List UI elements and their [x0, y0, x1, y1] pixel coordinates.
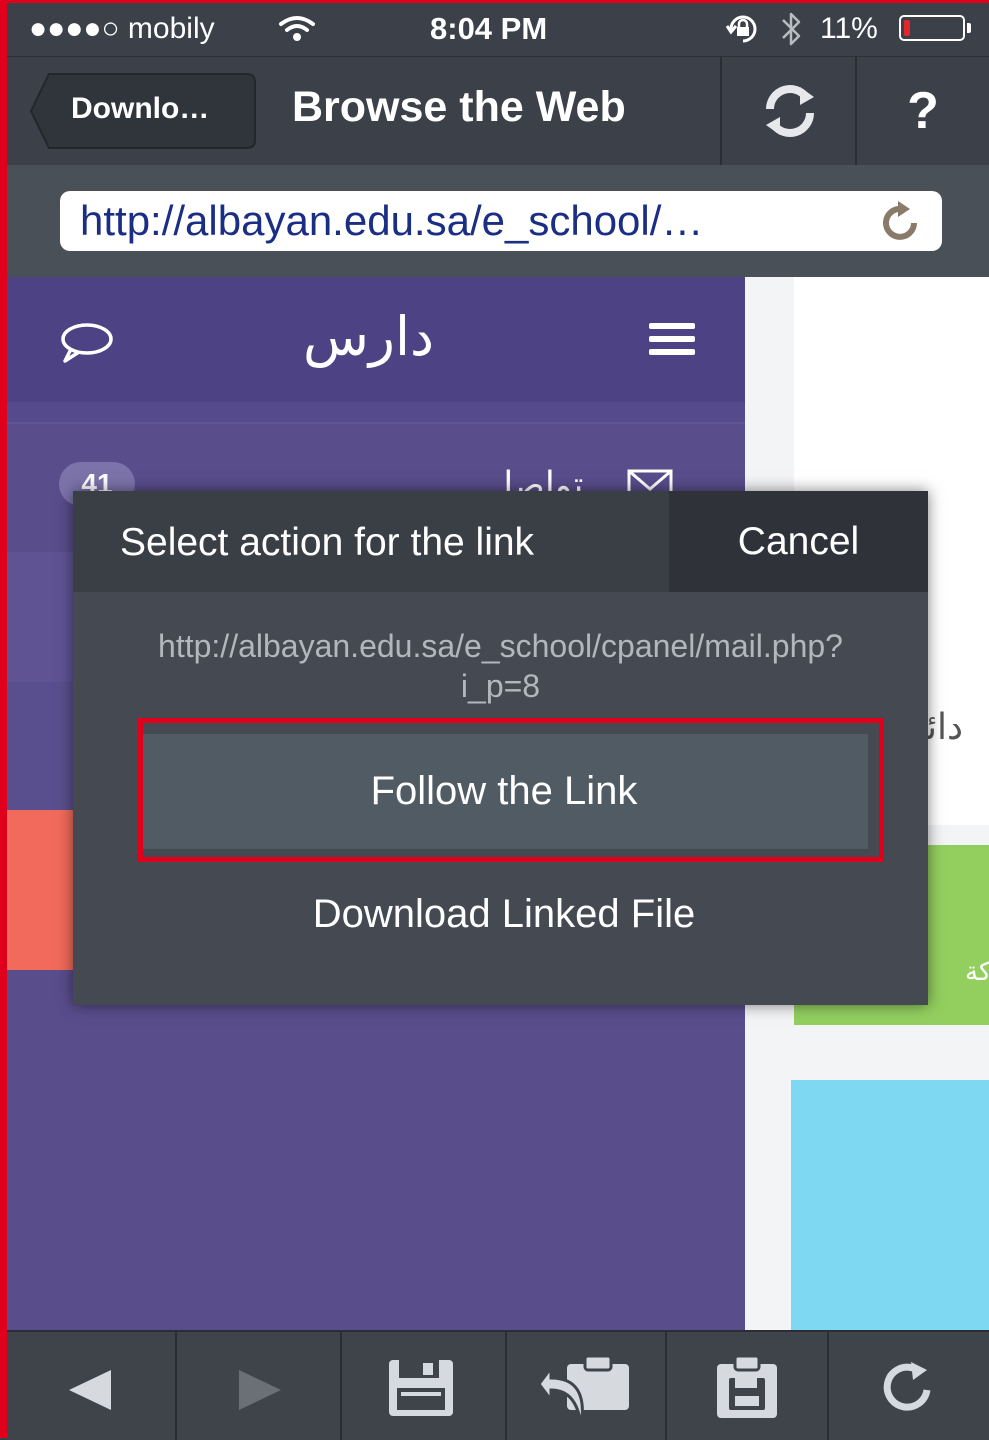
chat-bubble-icon[interactable] — [59, 321, 115, 368]
save-icon — [387, 1358, 455, 1423]
action-sheet-title: Select action for the link — [120, 521, 535, 564]
download-linked-file-button[interactable]: Download Linked File — [140, 859, 868, 969]
red-edge-line — [0, 0, 7, 1438]
sync-icon — [760, 83, 820, 144]
header-separator — [7, 402, 745, 424]
reload-icon — [881, 1362, 941, 1417]
site-header: دارس — [7, 277, 745, 402]
share-toolbar-button[interactable] — [507, 1332, 665, 1440]
sync-button[interactable] — [722, 57, 855, 165]
site-brand: دارس — [303, 305, 435, 368]
url-reload-icon[interactable] — [878, 199, 924, 245]
carrier-label: ●●●●○ mobily — [29, 12, 215, 45]
navigation-bar: Downlo… Browse the Web ? — [7, 56, 989, 166]
clipboard-save-icon — [715, 1354, 779, 1425]
rotation-lock-icon — [725, 12, 761, 51]
highlight-annotation-box — [138, 718, 884, 862]
share-clipboard-icon — [537, 1354, 633, 1433]
red-top-line — [0, 0, 989, 3]
reload-toolbar-button[interactable] — [829, 1332, 989, 1440]
battery-nub — [967, 23, 971, 33]
help-button[interactable]: ? — [857, 57, 989, 165]
back-button-label: Downlo… — [71, 92, 210, 125]
save-toolbar-button[interactable] — [342, 1332, 505, 1440]
wifi-icon — [277, 14, 317, 49]
green-tile-text: كة — [965, 957, 989, 987]
battery-level — [904, 20, 910, 36]
back-arrow-icon — [67, 1368, 113, 1417]
url-bar: http://albayan.edu.sa/e_school/… — [7, 165, 989, 277]
forward-arrow-icon — [237, 1368, 283, 1417]
battery-icon — [899, 15, 965, 41]
back-button[interactable]: Downlo… — [29, 72, 256, 149]
back-toolbar-button[interactable] — [7, 1332, 175, 1440]
bottom-toolbar — [7, 1330, 989, 1440]
cyan-tile[interactable] — [791, 1080, 989, 1330]
clipboard-save-toolbar-button[interactable] — [667, 1332, 827, 1440]
link-url: http://albayan.edu.sa/e_school/cpanel/ma… — [158, 628, 843, 704]
battery-percent: 11% — [820, 12, 878, 45]
status-bar: ●●●●○ mobily 8:04 PM 11% — [7, 0, 989, 56]
cancel-button[interactable]: Cancel — [669, 491, 928, 592]
hamburger-menu-icon[interactable] — [649, 321, 695, 362]
clock: 8:04 PM — [430, 11, 548, 46]
bluetooth-icon — [779, 10, 803, 53]
url-text: http://albayan.edu.sa/e_school/… — [80, 197, 704, 244]
forward-toolbar-button[interactable] — [177, 1332, 340, 1440]
page-title: Browse the Web — [292, 83, 626, 131]
url-input[interactable]: http://albayan.edu.sa/e_school/… — [60, 191, 942, 251]
